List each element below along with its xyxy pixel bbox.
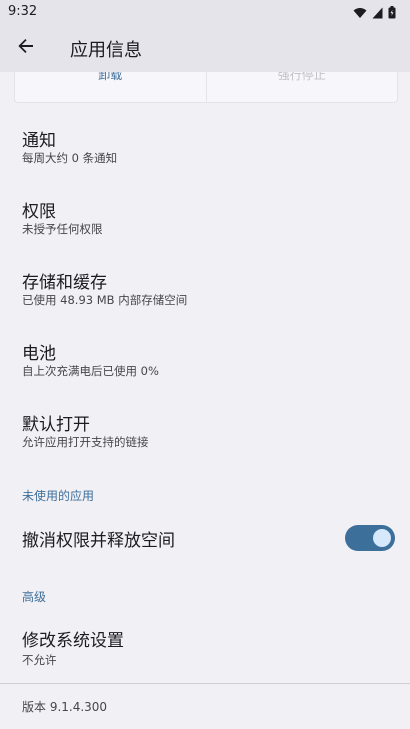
force-stop-button[interactable]: 强行停止 <box>207 72 398 102</box>
revoke-permissions-toggle[interactable] <box>345 525 395 551</box>
item-title: 撤消权限并释放空间 <box>22 531 175 551</box>
unused-apps-header: 未使用的应用 <box>22 489 95 503</box>
storage-item[interactable]: 存储和缓存 已使用 48.93 MB 内部存储空间 <box>0 260 410 324</box>
page-title: 应用信息 <box>70 40 142 61</box>
uninstall-button[interactable]: 卸载 <box>15 72 206 102</box>
signal-icon <box>372 4 383 23</box>
permissions-item[interactable]: 权限 未授予任何权限 <box>0 189 410 253</box>
footer-divider <box>0 683 410 684</box>
revoke-permissions-item[interactable]: 撤消权限并释放空间 <box>0 512 410 566</box>
arrow-back-icon <box>17 37 35 59</box>
item-title: 电池 <box>22 344 56 364</box>
advanced-header: 高级 <box>22 590 47 604</box>
version-text: 版本 9.1.4.300 <box>22 700 108 714</box>
open-by-default-item[interactable]: 默认打开 允许应用打开支持的链接 <box>0 402 410 466</box>
app-bar: 应用信息 <box>0 24 410 72</box>
modify-system-settings-item[interactable]: 修改系统设置 不允许 <box>0 620 410 676</box>
force-stop-label: 强行停止 <box>277 72 326 82</box>
uninstall-label: 卸载 <box>98 72 123 82</box>
back-button[interactable] <box>10 30 42 66</box>
item-subtitle: 自上次充满电后已使用 0% <box>22 364 159 378</box>
status-bar: 9:32 <box>0 0 410 24</box>
item-title: 修改系统设置 <box>22 631 124 651</box>
app-actions-card: 卸载 强行停止 <box>14 72 398 103</box>
notifications-item[interactable]: 通知 每周大约 0 条通知 <box>0 118 410 182</box>
item-title: 存储和缓存 <box>22 273 107 293</box>
item-title: 默认打开 <box>22 415 90 435</box>
item-subtitle: 每周大约 0 条通知 <box>22 151 118 165</box>
battery-icon <box>388 4 396 23</box>
wifi-icon <box>353 4 367 23</box>
item-subtitle: 允许应用打开支持的链接 <box>22 435 149 449</box>
toggle-knob <box>373 529 391 547</box>
item-subtitle: 不允许 <box>22 653 57 667</box>
status-time: 9:32 <box>8 4 38 19</box>
item-subtitle: 已使用 48.93 MB 内部存储空间 <box>22 293 188 307</box>
status-icons <box>353 4 396 23</box>
item-subtitle: 未授予任何权限 <box>22 222 103 236</box>
battery-item[interactable]: 电池 自上次充满电后已使用 0% <box>0 331 410 395</box>
item-title: 权限 <box>22 202 56 222</box>
item-title: 通知 <box>22 131 56 151</box>
